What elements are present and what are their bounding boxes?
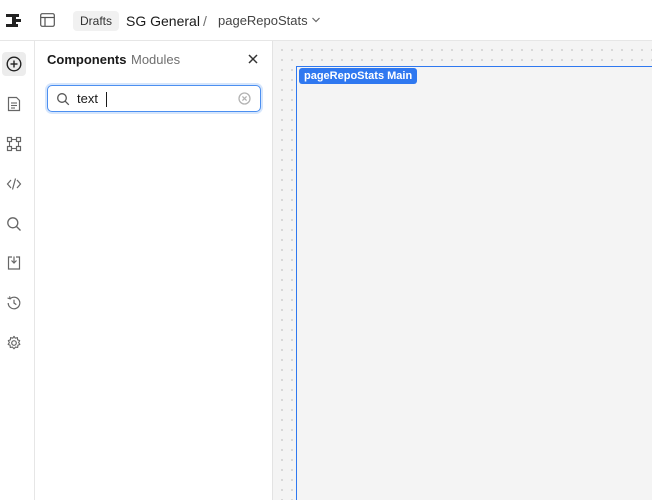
import-icon: [7, 256, 21, 270]
app-logo-icon[interactable]: [4, 10, 24, 30]
insert-panel: Components Modules: [35, 41, 273, 500]
search-input[interactable]: [77, 89, 227, 108]
frame-label[interactable]: pageRepoStats Main: [299, 68, 418, 84]
gear-icon: [7, 335, 21, 350]
layout-toggle-icon[interactable]: [40, 13, 55, 27]
project-name[interactable]: SG General: [126, 11, 200, 31]
document-icon: [7, 96, 21, 112]
drafts-button[interactable]: Drafts: [73, 11, 120, 31]
search-icon: [7, 217, 21, 231]
component-search: [47, 85, 261, 112]
tab-components[interactable]: Components: [47, 52, 126, 68]
text-caret: [106, 92, 107, 107]
top-bar: Drafts SG General / pageRepoStats: [0, 0, 652, 41]
left-rail: [0, 41, 35, 500]
tab-modules[interactable]: Modules: [131, 52, 180, 68]
canvas[interactable]: pageRepoStats Main: [273, 41, 652, 500]
add-component-button[interactable]: [2, 52, 26, 76]
import-button[interactable]: [4, 253, 24, 273]
state-button[interactable]: [4, 134, 24, 154]
nodes-icon: [6, 136, 22, 152]
main-frame[interactable]: [296, 66, 652, 500]
code-button[interactable]: [4, 174, 24, 194]
settings-button[interactable]: [4, 333, 24, 353]
close-icon[interactable]: [246, 52, 260, 66]
page-name[interactable]: pageRepoStats: [218, 12, 308, 30]
clear-search-icon[interactable]: [238, 92, 251, 105]
pages-button[interactable]: [4, 94, 24, 114]
chevron-down-icon[interactable]: [311, 15, 321, 25]
plus-circle-icon: [6, 56, 22, 72]
code-icon: [6, 178, 22, 190]
history-icon: [7, 296, 21, 310]
history-button[interactable]: [4, 293, 24, 313]
search-button[interactable]: [4, 214, 24, 234]
breadcrumb-separator: /: [203, 13, 207, 29]
search-icon: [57, 93, 70, 106]
